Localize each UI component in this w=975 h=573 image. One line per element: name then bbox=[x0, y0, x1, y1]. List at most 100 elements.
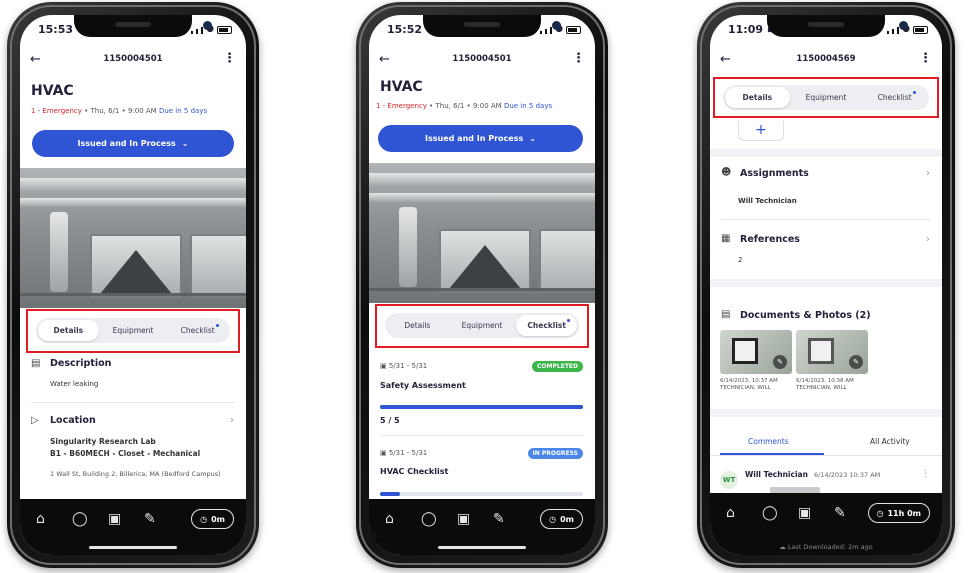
tab-equipment[interactable]: Equipment bbox=[794, 87, 859, 108]
tab-comments[interactable]: Comments bbox=[748, 437, 789, 446]
schedule-label: • Thu, 6/1 • 9:00 AM bbox=[81, 107, 159, 115]
phone-checklist: 15:52 ◕ ← 1150004501 ⋮ HVAC 1 - Emergenc… bbox=[356, 2, 608, 568]
equipment-photo bbox=[20, 168, 246, 308]
tab-label: Details bbox=[742, 93, 773, 102]
signal-icon bbox=[892, 29, 895, 34]
nav-bar: ← 1150004501 ⋮ bbox=[369, 51, 595, 71]
tabs-highlight: Details Equipment Checklist bbox=[375, 304, 589, 348]
photo-thumbnail[interactable]: ✎ bbox=[796, 330, 868, 374]
signal-icon bbox=[545, 29, 548, 34]
photo-thumbnail[interactable]: ✎ bbox=[720, 330, 792, 374]
checklist-name[interactable]: Safety Assessment bbox=[380, 381, 466, 390]
bottom-toolbar: ⌂ ◯ ▣ ✎ ◷ 0m bbox=[369, 499, 595, 555]
tab-details[interactable]: Details bbox=[387, 315, 448, 336]
timer-value: 0m bbox=[211, 514, 225, 524]
assignee-name: Will Technician bbox=[738, 197, 797, 205]
status-time: 15:53 bbox=[38, 23, 74, 36]
nav-bar: ← 1150004569 ⋮ bbox=[710, 51, 942, 71]
camera-icon[interactable]: ▣ bbox=[457, 511, 470, 527]
pencil-icon[interactable]: ✎ bbox=[834, 505, 846, 521]
status-time: 15:52 bbox=[387, 23, 423, 36]
work-order-title: HVAC bbox=[380, 79, 423, 95]
tab-label: Details bbox=[53, 326, 84, 335]
chat-icon[interactable]: ◯ bbox=[72, 511, 88, 527]
documents-title[interactable]: Documents & Photos (2) bbox=[740, 310, 871, 321]
more-vertical-icon[interactable]: ⋮ bbox=[223, 51, 236, 66]
schedule-label: • Thu, 6/1 • 9:00 AM bbox=[426, 102, 504, 110]
assignments-icon: ☻ bbox=[721, 167, 732, 178]
signal-icon bbox=[540, 31, 543, 34]
work-order-meta: 1 - Emergency • Thu, 6/1 • 9:00 AM Due i… bbox=[376, 102, 552, 110]
tab-all-activity[interactable]: All Activity bbox=[870, 437, 910, 446]
status-time-value: 11:09 bbox=[728, 23, 764, 36]
description-title: Description bbox=[50, 358, 112, 369]
tab-details[interactable]: Details bbox=[38, 320, 99, 341]
timer-value: 11h 0m bbox=[887, 508, 921, 518]
home-indicator bbox=[89, 546, 177, 549]
more-vertical-icon[interactable]: ⋮ bbox=[572, 51, 585, 66]
location-title[interactable]: Location bbox=[50, 415, 96, 426]
tab-checklist[interactable]: Checklist bbox=[167, 320, 228, 341]
bottom-toolbar: ⌂ ◯ ▣ ✎ ◷ 0m bbox=[20, 499, 246, 555]
location-icon: ▷ bbox=[31, 415, 39, 426]
tab-checklist[interactable]: Checklist bbox=[516, 315, 578, 336]
timer-button[interactable]: ◷ 11h 0m bbox=[867, 503, 930, 523]
location-line-1: Singularity Research Lab bbox=[50, 437, 156, 446]
more-vertical-icon[interactable]: ⋮ bbox=[919, 51, 932, 66]
chat-icon[interactable]: ◯ bbox=[421, 511, 437, 527]
photo-date: 6/14/2023, 10:37 AM bbox=[720, 378, 778, 384]
home-indicator bbox=[438, 546, 526, 549]
phone-details-scrolled: 11:09 ▬ ◕ ← 1150004569 ⋮ Details Equipme… bbox=[697, 2, 955, 568]
pencil-icon[interactable]: ✎ bbox=[493, 511, 505, 527]
new-dot bbox=[215, 324, 219, 327]
home-icon[interactable]: ⌂ bbox=[385, 511, 394, 527]
chat-icon[interactable]: ◯ bbox=[762, 505, 778, 521]
pencil-icon[interactable]: ✎ bbox=[849, 355, 863, 369]
chevron-down-icon: ⌄ bbox=[181, 139, 189, 148]
status-button-label: Issued and In Process bbox=[77, 139, 176, 148]
tab-equipment[interactable]: Equipment bbox=[452, 315, 513, 336]
location-address: 1 Wall St, Building 2, Billerica, MA (Be… bbox=[50, 470, 221, 478]
priority-label: 1 - Emergency bbox=[376, 102, 427, 110]
timer-button[interactable]: ◷ 0m bbox=[540, 509, 583, 529]
photo-caption: 6/14/2023, 10:37 AM TECHNICIAN, WILL bbox=[720, 378, 778, 392]
tab-label: Checklist bbox=[877, 93, 912, 102]
divider bbox=[721, 219, 931, 220]
home-icon[interactable]: ⌂ bbox=[36, 511, 45, 527]
timer-button[interactable]: ◷ 0m bbox=[191, 509, 234, 529]
assignments-title[interactable]: Assignments bbox=[740, 168, 809, 179]
checklist-name[interactable]: HVAC Checklist bbox=[380, 467, 448, 476]
home-icon[interactable]: ⌂ bbox=[726, 505, 735, 521]
photo-author: TECHNICIAN, WILL bbox=[720, 385, 771, 391]
due-label: Due in 5 days bbox=[503, 102, 553, 110]
tab-label: Equipment bbox=[805, 93, 847, 102]
chevron-right-icon[interactable]: › bbox=[926, 168, 930, 179]
camera-icon[interactable]: ▣ bbox=[798, 505, 811, 521]
status-dropdown-button[interactable]: Issued and In Process ⌄ bbox=[32, 130, 234, 157]
checklist-progress-fill bbox=[380, 492, 401, 496]
tab-label: Equipment bbox=[112, 326, 154, 335]
work-order-id: 1150004569 bbox=[796, 54, 856, 64]
more-vertical-icon[interactable]: ⋮ bbox=[921, 469, 930, 479]
chevron-right-icon[interactable]: › bbox=[926, 234, 930, 245]
tab-details[interactable]: Details bbox=[725, 87, 790, 108]
checklist-progress-fill bbox=[380, 405, 583, 409]
pencil-icon[interactable]: ✎ bbox=[144, 511, 156, 527]
clock-icon: ◷ bbox=[200, 514, 208, 524]
location-line-2: B1 - B60MECH - Closet - Mechanical bbox=[50, 449, 201, 458]
references-title[interactable]: References bbox=[740, 234, 800, 245]
work-order-meta: 1 - Emergency • Thu, 6/1 • 9:00 AM Due i… bbox=[31, 107, 207, 115]
tab-checklist[interactable]: Checklist bbox=[862, 87, 927, 108]
description-icon: ▤ bbox=[31, 358, 41, 369]
status-dropdown-button[interactable]: Issued and In Process ⌄ bbox=[378, 125, 583, 152]
description-text: Water leaking bbox=[50, 380, 99, 388]
tab-label: Equipment bbox=[461, 321, 503, 330]
chevron-right-icon[interactable]: › bbox=[230, 415, 234, 426]
photo-caption: 6/14/2023, 10:38 AM TECHNICIAN, WILL bbox=[796, 378, 854, 392]
add-button[interactable]: + bbox=[738, 121, 784, 141]
tab-label: Checklist bbox=[180, 326, 215, 335]
tab-equipment[interactable]: Equipment bbox=[103, 320, 164, 341]
pencil-icon[interactable]: ✎ bbox=[773, 355, 787, 369]
camera-icon[interactable]: ▣ bbox=[108, 511, 121, 527]
battery-icon bbox=[913, 26, 928, 34]
